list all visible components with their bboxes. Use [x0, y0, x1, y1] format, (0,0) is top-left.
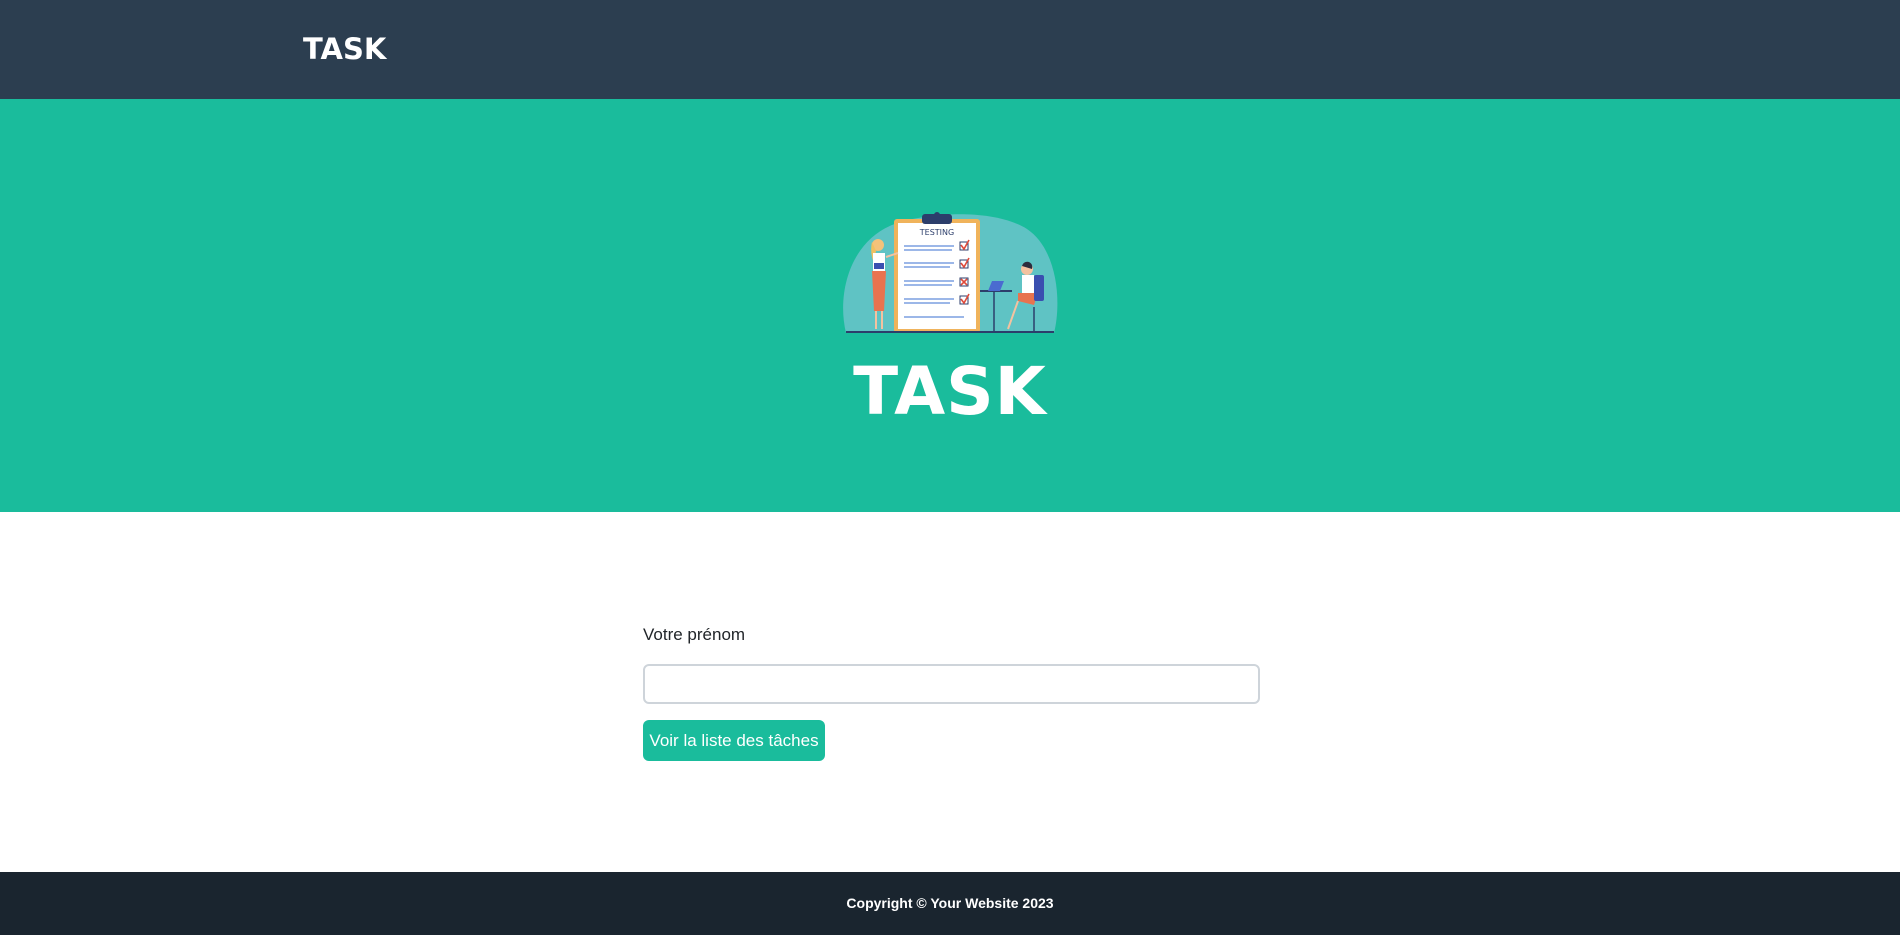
- masthead-heading: TASK: [853, 353, 1047, 430]
- first-name-label: Votre prénom: [643, 625, 746, 644]
- masthead: TESTING TASK: [0, 99, 1900, 512]
- first-name-input[interactable]: [643, 664, 1260, 704]
- top-navbar: TASK: [0, 0, 1900, 99]
- navbar-brand-link[interactable]: TASK: [303, 30, 386, 68]
- testing-checklist-illustration-icon: TESTING: [843, 212, 1058, 333]
- footer: Copyright © Your Website 2023: [0, 872, 1900, 935]
- footer-copyright: Copyright © Your Website 2023: [846, 895, 1054, 911]
- view-task-list-button[interactable]: Voir la liste des tâches: [643, 720, 825, 761]
- clipboard-testing-text: TESTING: [919, 228, 954, 237]
- name-form: Votre prénom Voir la liste des tâches: [643, 622, 1260, 761]
